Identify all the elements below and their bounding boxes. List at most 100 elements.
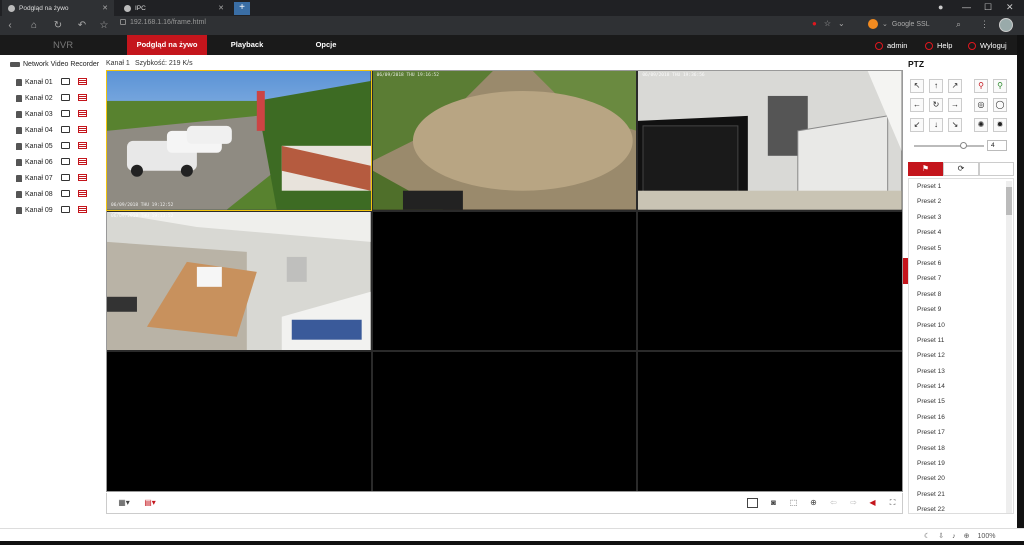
list-item[interactable]: Preset 12 xyxy=(909,348,1013,363)
close-window-icon[interactable]: ✕ xyxy=(1006,2,1014,13)
zoom-in-ptz-icon[interactable]: ⚲ xyxy=(974,79,988,93)
video-cell-3[interactable]: 06/09/2018 THU 19:36:56 xyxy=(638,71,902,210)
back-icon[interactable]: ‹ xyxy=(2,20,18,31)
list-item[interactable]: Preset 17 xyxy=(909,425,1013,440)
list-item[interactable]: Preset 14 xyxy=(909,379,1013,394)
home-icon[interactable]: ⌂ xyxy=(26,20,42,31)
pan-up-right-icon[interactable]: ↗ xyxy=(948,79,962,93)
channel-item-01[interactable]: Kanał 01 xyxy=(10,74,104,90)
menu-options[interactable]: Opcje xyxy=(300,35,352,55)
auto-rotate-icon[interactable]: ↻ xyxy=(929,98,943,112)
minimize-icon[interactable]: — xyxy=(962,2,971,12)
search-icon[interactable]: ⌕ xyxy=(956,19,961,30)
night-mode-icon[interactable]: ☾ xyxy=(924,532,930,540)
record-icon[interactable] xyxy=(78,206,87,213)
tree-root[interactable]: Network Video Recorder xyxy=(10,58,104,70)
record-all-icon[interactable]: ▤▾ xyxy=(141,498,159,508)
pan-left-icon[interactable]: ← xyxy=(910,98,924,112)
open-stream-icon[interactable] xyxy=(61,94,70,101)
record-icon[interactable] xyxy=(78,126,87,133)
list-item[interactable]: Preset 20 xyxy=(909,471,1013,486)
video-cell-5[interactable] xyxy=(372,211,637,351)
sound-icon[interactable]: ♪ xyxy=(952,533,956,540)
open-stream-icon[interactable] xyxy=(61,78,70,85)
list-item[interactable]: Preset 18 xyxy=(909,441,1013,456)
video-cell-4[interactable]: 06/09/2018 THU 19:13:52 xyxy=(107,211,371,351)
zoom-in-icon[interactable]: ⊕ xyxy=(808,498,819,508)
user-link[interactable]: admin xyxy=(875,41,907,50)
list-item[interactable]: Preset 9 xyxy=(909,302,1013,317)
mute-icon[interactable]: ◀ xyxy=(867,498,878,508)
open-stream-icon[interactable] xyxy=(61,206,70,213)
snapshot-icon[interactable]: ◙ xyxy=(768,498,779,508)
layout-grid-icon[interactable]: ▦▾ xyxy=(115,498,133,508)
browser-tab-live[interactable]: Podgląd na żywo ✕ xyxy=(2,0,114,16)
record-icon[interactable] xyxy=(78,158,87,165)
video-cell-2[interactable]: 06/09/2018 THU 19:16:52 xyxy=(372,71,637,210)
tab-pattern[interactable] xyxy=(979,162,1014,176)
list-item[interactable]: Preset 22 xyxy=(909,502,1013,513)
list-item[interactable]: Preset 7 xyxy=(909,271,1013,286)
record-icon[interactable] xyxy=(78,190,87,197)
open-stream-icon[interactable] xyxy=(61,190,70,197)
record-icon[interactable] xyxy=(78,110,87,117)
bookmark-star-icon[interactable]: ☆ xyxy=(96,20,112,31)
browser-avatar[interactable] xyxy=(999,18,1013,32)
list-item[interactable]: Preset 5 xyxy=(909,241,1013,256)
zoom-level[interactable]: 100% xyxy=(978,533,996,540)
notification-icon[interactable]: ● xyxy=(812,19,817,28)
browser-tab-ipc[interactable]: IPC ✕ xyxy=(118,0,230,16)
record-icon[interactable] xyxy=(78,94,87,101)
tab-patrol[interactable]: ⟳ xyxy=(943,162,979,176)
record-clip-icon[interactable]: ⬚ xyxy=(788,498,799,508)
channel-item-04[interactable]: Kanał 04 xyxy=(10,122,104,138)
list-item[interactable]: Preset 16 xyxy=(909,410,1013,425)
open-stream-icon[interactable] xyxy=(61,174,70,181)
iris-close-icon[interactable]: ✹ xyxy=(993,118,1007,132)
record-icon[interactable] xyxy=(78,78,87,85)
list-item[interactable]: Preset 11 xyxy=(909,333,1013,348)
focus-far-icon[interactable]: ◯ xyxy=(993,98,1007,112)
channel-item-05[interactable]: Kanał 05 xyxy=(10,138,104,154)
video-cell-8[interactable] xyxy=(372,352,637,491)
channel-item-02[interactable]: Kanał 02 xyxy=(10,90,104,106)
list-item[interactable]: Preset 21 xyxy=(909,487,1013,502)
open-stream-icon[interactable] xyxy=(61,110,70,117)
url-field[interactable]: 192.168.1.16/frame.html xyxy=(120,19,206,26)
zoom-icon[interactable]: ⊕ xyxy=(964,532,970,540)
close-tab-icon[interactable]: ✕ xyxy=(218,4,224,12)
close-tab-icon[interactable]: ✕ xyxy=(102,4,108,12)
list-item[interactable]: Preset 4 xyxy=(909,225,1013,240)
tab-presets[interactable]: ⚑ xyxy=(908,162,943,176)
video-cell-9[interactable] xyxy=(638,352,902,491)
list-item[interactable]: Preset 6 xyxy=(909,256,1013,271)
open-stream-icon[interactable] xyxy=(61,158,70,165)
history-icon[interactable]: ↶ xyxy=(74,20,90,31)
profile-icon[interactable]: ● xyxy=(938,2,943,12)
slider-knob[interactable] xyxy=(960,142,967,149)
preset-scrollbar[interactable] xyxy=(1006,181,1012,513)
star-icon[interactable]: ☆ xyxy=(824,19,831,28)
maximize-icon[interactable]: ☐ xyxy=(984,2,992,13)
stop-all-icon[interactable] xyxy=(747,498,758,508)
list-item[interactable]: Preset 10 xyxy=(909,318,1013,333)
channel-item-07[interactable]: Kanał 07 xyxy=(10,170,104,186)
list-item[interactable]: Preset 8 xyxy=(909,287,1013,302)
list-item[interactable]: Preset 2 xyxy=(909,194,1013,209)
list-item[interactable]: Preset 15 xyxy=(909,394,1013,409)
search-engine-box[interactable]: ⌄ Google SSL xyxy=(868,19,930,29)
reload-icon[interactable]: ↻ xyxy=(50,20,66,31)
new-tab-button[interactable]: + xyxy=(234,2,250,15)
channel-item-06[interactable]: Kanał 06 xyxy=(10,154,104,170)
menu-playback[interactable]: Playback xyxy=(217,35,277,55)
logout-link[interactable]: Wyloguj xyxy=(968,41,1007,50)
channel-item-08[interactable]: Kanał 08 xyxy=(10,186,104,202)
next-page-icon[interactable]: ⇨ xyxy=(848,498,859,508)
help-link[interactable]: Help xyxy=(925,41,952,50)
video-cell-1[interactable]: 06/09/2018 THU 19:12:52 xyxy=(106,70,372,211)
pan-up-left-icon[interactable]: ↖ xyxy=(910,79,924,93)
iris-open-icon[interactable]: ✺ xyxy=(974,118,988,132)
chevron-down-icon[interactable]: ⌄ xyxy=(838,19,845,28)
record-icon[interactable] xyxy=(78,142,87,149)
pan-down-left-icon[interactable]: ↙ xyxy=(910,118,924,132)
